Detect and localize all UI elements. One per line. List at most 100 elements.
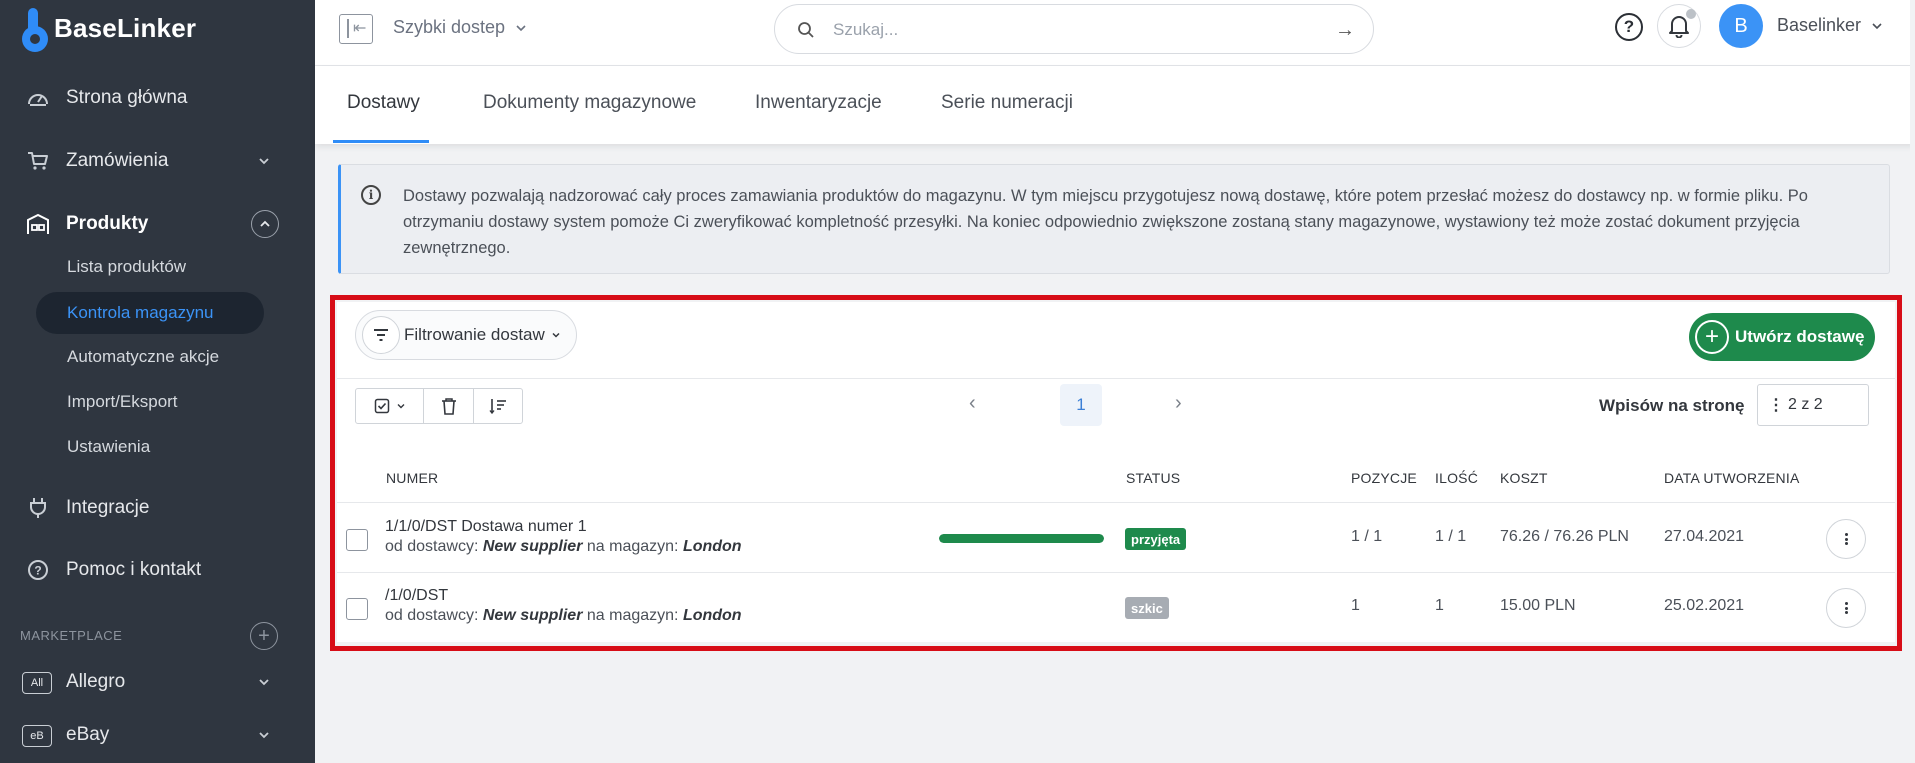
- divider: [337, 378, 1895, 379]
- tabs-bar: Dostawy Dokumenty magazynowe Inwentaryza…: [315, 66, 1915, 144]
- sort-button[interactable]: [474, 389, 522, 423]
- tab-warehouse-documents[interactable]: Dokumenty magazynowe: [483, 92, 696, 114]
- tab-deliveries[interactable]: Dostawy: [347, 92, 420, 114]
- supplier-name: New supplier: [482, 538, 583, 555]
- column-header-cost[interactable]: KOSZT: [1500, 470, 1548, 486]
- sidebar-subitem-product-list[interactable]: Lista produktów: [36, 246, 264, 288]
- user-menu[interactable]: Baselinker: [1777, 15, 1883, 36]
- supplier-name: New supplier: [482, 607, 583, 624]
- quick-access-label: Szybki dostep: [393, 17, 506, 37]
- sidebar-item-label: Allegro: [66, 671, 126, 692]
- avatar[interactable]: B: [1719, 4, 1763, 48]
- create-delivery-label: Utwórz dostawę: [1735, 327, 1865, 346]
- sidebar-item-label: Pomoc i kontakt: [66, 559, 202, 580]
- delete-button[interactable]: [424, 389, 474, 423]
- progress-fill: [939, 534, 1104, 543]
- search-submit-arrow-icon[interactable]: →: [1335, 19, 1355, 42]
- delivery-number: 1/1/0/DST: [385, 518, 457, 535]
- row-checkbox[interactable]: [346, 529, 368, 551]
- per-page-label: Wpisów na stronę: [1599, 396, 1745, 415]
- delivery-number: /1/0/DST: [385, 587, 449, 604]
- delivery-title[interactable]: /1/0/DST: [385, 587, 448, 605]
- user-name: Baselinker: [1777, 15, 1862, 35]
- filter-deliveries-button[interactable]: Filtrowanie dostaw: [355, 310, 577, 360]
- tab-inventory[interactable]: Inwentaryzacje: [755, 92, 882, 114]
- quantity-cell: 1: [1435, 597, 1444, 614]
- help-icon[interactable]: ?: [1615, 13, 1643, 41]
- notifications-button[interactable]: [1657, 4, 1701, 48]
- chevron-down-icon: [259, 732, 269, 739]
- collapse-toggle[interactable]: [251, 210, 279, 238]
- delivery-title[interactable]: 1/1/0/DST Dostawa numer 1: [385, 518, 587, 536]
- sidebar-item-help[interactable]: ? Pomoc i kontakt: [0, 550, 315, 590]
- quick-access-dropdown[interactable]: Szybki dostep: [393, 17, 527, 38]
- column-header-positions[interactable]: POZYCJE: [1351, 470, 1417, 486]
- sidebar-toggle-button[interactable]: ⇤: [339, 14, 373, 44]
- active-tab-indicator: [333, 140, 429, 143]
- plug-icon: [26, 496, 50, 520]
- table-row[interactable]: 1/1/0/DST Dostawa numer 1 od dostawcy: N…: [337, 504, 1895, 572]
- sidebar-subitem-import-export[interactable]: Import/Eksport: [36, 381, 264, 423]
- previous-page-chevron-icon[interactable]: ‹: [969, 392, 976, 415]
- sidebar-subitem-warehouse-control[interactable]: Kontrola magazynu: [36, 292, 264, 334]
- row-actions-button[interactable]: [1826, 588, 1866, 628]
- sidebar-subitem-automatic-actions[interactable]: Automatyczne akcje: [36, 336, 264, 378]
- checkbox-check-icon: [374, 398, 389, 414]
- sort-icon: [489, 399, 506, 414]
- sidebar-subitem-label: Ustawienia: [67, 437, 151, 456]
- column-header-number[interactable]: NUMER: [386, 470, 438, 486]
- cart-icon: [26, 149, 50, 173]
- column-header-status[interactable]: STATUS: [1126, 470, 1180, 486]
- allegro-badge: All: [22, 672, 52, 694]
- sidebar-item-orders[interactable]: Zamówienia: [0, 141, 315, 181]
- create-delivery-button[interactable]: + Utwórz dostawę: [1689, 313, 1875, 361]
- dots-vertical-icon: [1844, 601, 1848, 616]
- sidebar-item-label: eBay: [66, 724, 110, 745]
- notification-dot: [1686, 9, 1696, 19]
- chevron-down-icon: [259, 679, 269, 686]
- top-bar: ⇤ Szybki dostep → ? B Baselinker: [315, 0, 1915, 66]
- row-checkbox[interactable]: [346, 598, 368, 620]
- column-header-quantity[interactable]: ILOŚĆ: [1435, 470, 1478, 486]
- date-cell: 25.02.2021: [1664, 597, 1745, 614]
- sidebar-item-home[interactable]: Strona główna: [0, 78, 315, 118]
- dots-vertical-icon: [1844, 532, 1848, 547]
- warehouse-prefix: na magazyn:: [586, 607, 679, 624]
- add-marketplace-button[interactable]: +: [250, 622, 278, 650]
- trash-icon: [441, 398, 456, 415]
- chevron-down-icon: [259, 158, 269, 165]
- supplier-prefix: od dostawcy:: [385, 607, 479, 624]
- sidebar-subitem-label: Import/Eksport: [67, 392, 178, 411]
- sidebar-item-integrations[interactable]: Integracje: [0, 488, 315, 528]
- sidebar-subitem-settings[interactable]: Ustawienia: [36, 426, 264, 468]
- logo-icon: [22, 8, 48, 52]
- filter-label: Filtrowanie dostaw: [404, 325, 545, 344]
- baselinker-logo[interactable]: BaseLinker: [22, 8, 196, 52]
- warehouse-name: London: [682, 538, 742, 555]
- sidebar-item-products[interactable]: Produkty: [0, 204, 315, 244]
- tab-numbering-series[interactable]: Serie numeracji: [941, 92, 1073, 114]
- delivery-route: od dostawcy: New supplier na magazyn: Lo…: [385, 607, 742, 625]
- dots-vertical-icon: ⋮: [1768, 397, 1784, 414]
- search-icon: [798, 22, 814, 38]
- arrow-left-icon: ⇤: [353, 20, 367, 37]
- per-page-select[interactable]: ⋮ 2 z 2: [1757, 384, 1869, 426]
- info-text: Dostawy pozwalają nadzorować cały proces…: [403, 187, 1808, 257]
- positions-cell: 1 / 1: [1351, 528, 1383, 545]
- sidebar-item-allegro[interactable]: All Allegro: [0, 662, 315, 702]
- select-all-dropdown[interactable]: [356, 389, 424, 423]
- table-row[interactable]: /1/0/DST od dostawcy: New supplier na ma…: [337, 573, 1895, 641]
- scrollbar-track[interactable]: [1910, 0, 1915, 763]
- info-icon: i: [361, 185, 381, 205]
- current-page[interactable]: 1: [1060, 384, 1102, 426]
- search-input[interactable]: [833, 17, 1313, 43]
- column-header-created-date[interactable]: DATA UTWORZENIA: [1664, 470, 1799, 486]
- cost-cell: 76.26 / 76.26 PLN: [1500, 528, 1629, 545]
- sidebar-item-label: Integracje: [66, 497, 150, 518]
- positions-cell: 1: [1351, 597, 1360, 614]
- sidebar: BaseLinker Strona główna Zamówienia Prod…: [0, 0, 315, 763]
- sidebar-item-ebay[interactable]: eB eBay: [0, 715, 315, 755]
- row-actions-button[interactable]: [1826, 519, 1866, 559]
- per-page-value: 2 z 2: [1788, 396, 1823, 413]
- next-page-chevron-icon[interactable]: ›: [1175, 392, 1182, 415]
